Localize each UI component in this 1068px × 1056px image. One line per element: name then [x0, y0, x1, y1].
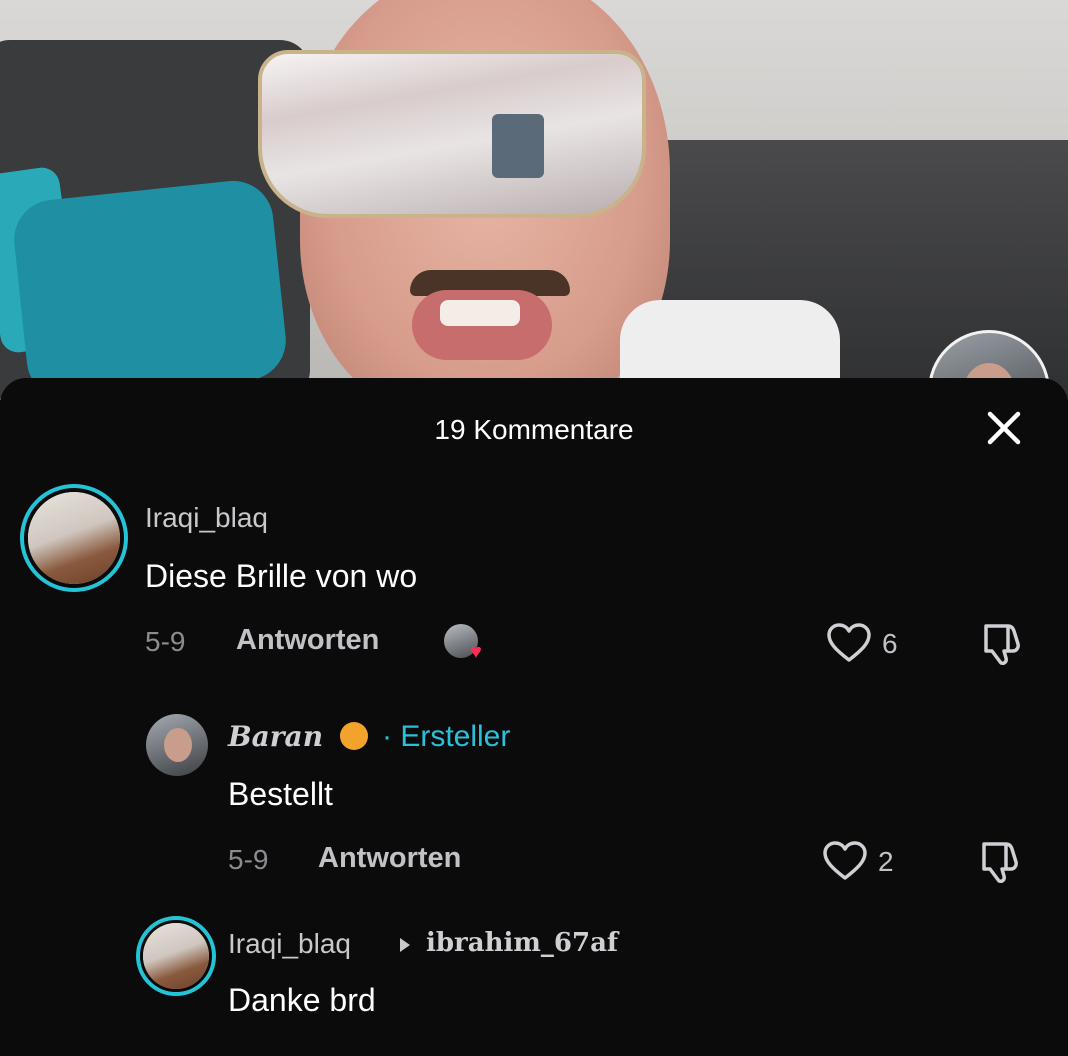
comment-date: 5-9: [228, 844, 269, 875]
avatar-photo: [143, 923, 209, 989]
dislike-icon[interactable]: [976, 840, 1022, 884]
lion-emoji-icon: [340, 722, 368, 750]
avatar-face: [164, 728, 192, 762]
reply-arrow-icon: [400, 938, 410, 952]
lens-reflection: [492, 114, 544, 178]
sunglasses: [258, 50, 646, 218]
pillow: [10, 176, 290, 400]
heart-icon[interactable]: [822, 840, 868, 882]
close-icon[interactable]: [984, 408, 1024, 448]
comments-count-title: 19 Kommentare: [434, 414, 634, 445]
comment-username[interactable]: Iraqi_blaq: [145, 502, 268, 534]
heart-icon[interactable]: [826, 622, 872, 664]
comment-text: Bestellt: [228, 776, 333, 812]
like-count: 2: [878, 846, 894, 877]
comment-username[interactable]: Baran: [228, 720, 323, 753]
heart-badge-icon: ♥: [470, 641, 482, 663]
comments-sheet: 19 Kommentare Iraqi_blaq Diese Brille vo…: [0, 378, 1068, 1056]
comment-text: Danke brd: [228, 982, 376, 1018]
avatar[interactable]: [28, 492, 120, 584]
teeth: [440, 300, 520, 326]
avatar[interactable]: [143, 923, 209, 989]
dislike-icon[interactable]: [978, 622, 1024, 666]
comment-username[interactable]: Iraqi_blaq: [228, 928, 351, 960]
avatar-photo: [28, 492, 120, 584]
reply-button[interactable]: Antworten: [318, 842, 461, 875]
video-frame: [0, 0, 1068, 400]
comment-text: Diese Brille von wo: [145, 558, 418, 594]
comment-date: 5-9: [145, 626, 186, 657]
like-count: 6: [882, 628, 898, 659]
avatar[interactable]: [146, 714, 208, 776]
reply-to-username[interactable]: ibrahim_67af: [426, 928, 618, 958]
reply-button[interactable]: Antworten: [236, 624, 379, 657]
creator-badge: · Ersteller: [382, 720, 511, 753]
